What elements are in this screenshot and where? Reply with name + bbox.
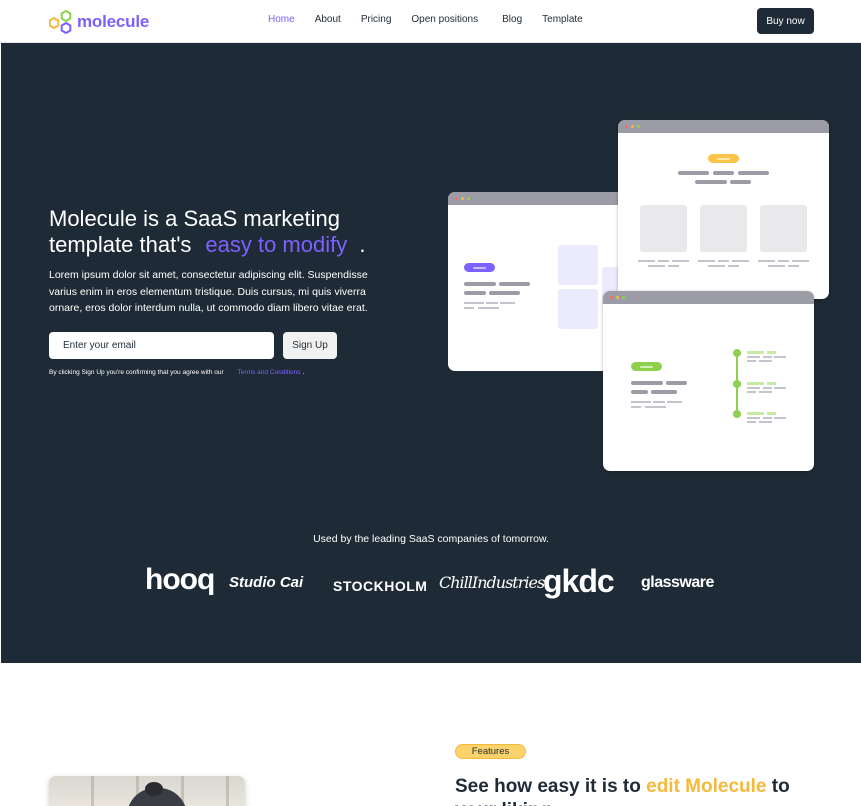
hero-section: Molecule is a SaaS marketing template th… [1, 43, 861, 663]
hero-title-accent: easy to modify [205, 232, 348, 257]
consent-text: By clicking Sign Up you're confirming th… [49, 369, 304, 376]
nav-link-home[interactable]: Home [268, 14, 295, 25]
mock-line [631, 401, 651, 403]
mock-line [718, 260, 729, 262]
mockup-window-bottom-right [603, 291, 814, 471]
buy-now-button[interactable]: Buy now [757, 8, 814, 34]
mockup-window-left [448, 192, 628, 371]
mock-line [667, 401, 682, 403]
timeline-text [747, 382, 787, 394]
features-title: See how easy it is to edit Molecule to y… [455, 775, 825, 806]
mock-line [638, 260, 655, 262]
mock-card [640, 205, 687, 252]
mock-line [464, 282, 496, 286]
mock-line [500, 302, 515, 304]
mock-line [464, 302, 484, 304]
nav-link-blog[interactable]: Blog [502, 14, 522, 25]
email-input[interactable] [49, 332, 274, 359]
nav-link-open-positions[interactable]: Open positions [411, 14, 478, 25]
mock-line [631, 381, 663, 385]
nav-link-about[interactable]: About [315, 14, 341, 25]
mock-line [708, 265, 725, 267]
consent-period: . [302, 369, 305, 376]
logo[interactable]: molecule [48, 9, 150, 35]
mock-line [732, 260, 749, 262]
terms-link[interactable]: Terms and Conditions [238, 369, 301, 376]
mock-line [464, 307, 474, 309]
timeline-dot [733, 349, 741, 357]
mock-tag [708, 154, 739, 163]
mock-line [653, 401, 665, 403]
consent-label: By clicking Sign Up you're confirming th… [49, 369, 224, 376]
timeline-dot [733, 410, 741, 418]
timeline-dot [733, 380, 741, 388]
mock-line [631, 390, 648, 394]
mock-line [478, 307, 499, 309]
feature-photo [49, 776, 245, 806]
mock-image-placeholder [558, 289, 598, 329]
brands-caption: Used by the leading SaaS companies of to… [313, 533, 549, 545]
mockup-window-top-right [618, 120, 829, 299]
mock-line [651, 390, 677, 394]
mock-line [648, 265, 665, 267]
brand-logo-stockholm: STOCKHOLM [333, 578, 428, 594]
nav-links: Home About Pricing Open positions Blog T… [268, 14, 583, 25]
mock-line [668, 265, 679, 267]
mock-line [758, 260, 775, 262]
mock-line [658, 260, 669, 262]
brand-logo-gkdc: gkdc [543, 563, 615, 599]
window-title-bar [618, 120, 829, 133]
mock-line [678, 171, 709, 175]
nav-link-pricing[interactable]: Pricing [361, 14, 392, 25]
mock-line [728, 265, 739, 267]
mock-card [760, 205, 807, 252]
window-title-bar [448, 192, 628, 205]
mock-line [792, 260, 809, 262]
mock-line [788, 265, 799, 267]
features-title-text: See how easy it is to [455, 776, 641, 797]
top-navigation: molecule Home About Pricing Open positio… [0, 0, 861, 43]
mock-line [464, 291, 486, 295]
hero-description: Lorem ipsum dolor sit amet, consectetur … [49, 269, 368, 314]
brand-logo-hooq: hooq [145, 563, 215, 596]
features-badge: Features [455, 744, 526, 759]
mock-line [631, 406, 641, 408]
nav-link-template[interactable]: Template [542, 14, 583, 25]
timeline-text [747, 412, 787, 424]
mock-line [698, 260, 715, 262]
mock-line [672, 260, 689, 262]
brand-logo-chill-industries: ChillIndustries [439, 573, 545, 592]
mock-tag [464, 263, 495, 272]
mock-line [738, 171, 769, 175]
mock-line [666, 381, 687, 385]
mock-line [499, 282, 530, 286]
brand-logo-glassware: glassware [641, 574, 714, 591]
mock-line [489, 291, 520, 295]
logo-text: molecule [77, 12, 150, 31]
sign-up-button[interactable]: Sign Up [283, 332, 337, 359]
mock-line [645, 406, 666, 408]
mock-line [695, 180, 727, 184]
mock-image-placeholder [558, 245, 598, 285]
brand-logo-studio-cai: Studio Cai [229, 574, 304, 591]
mock-line [778, 260, 789, 262]
brand-logos: hooq Studio Cai STOCKHOLM ChillIndustrie… [141, 563, 731, 603]
mock-card [700, 205, 747, 252]
mock-line [730, 180, 751, 184]
molecule-logo-icon [48, 9, 73, 35]
window-title-bar [603, 291, 814, 304]
hero-title-period: . [359, 232, 366, 257]
mock-tag [631, 362, 662, 371]
mock-line [486, 302, 498, 304]
hero-title: Molecule is a SaaS marketing template th… [49, 206, 429, 258]
timeline-text [747, 351, 787, 363]
mock-line [713, 171, 734, 175]
features-title-accent: edit Molecule [646, 776, 767, 797]
mock-line [768, 265, 785, 267]
